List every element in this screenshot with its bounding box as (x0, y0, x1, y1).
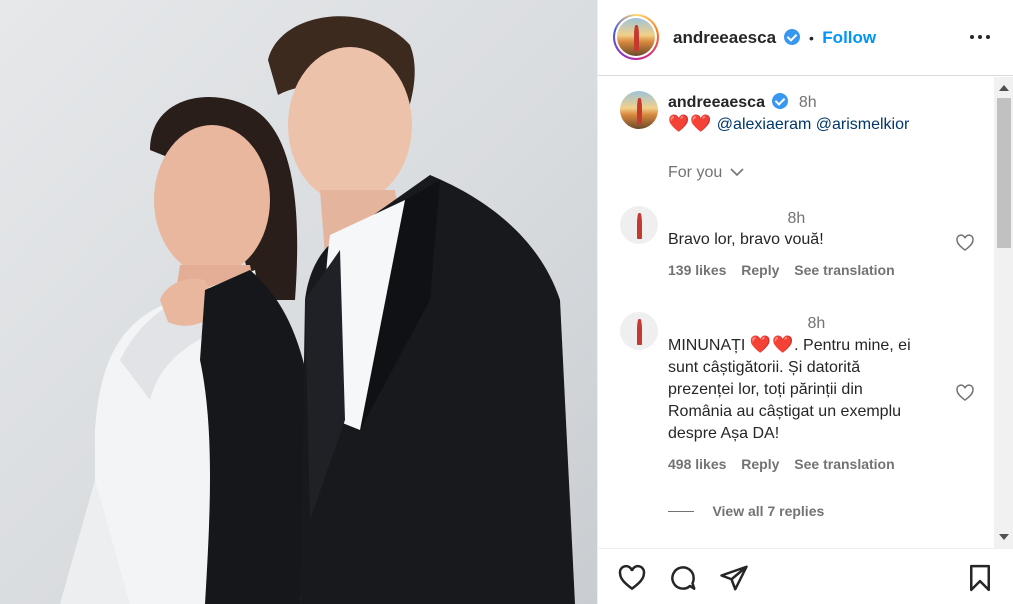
caption-verified-badge-icon (772, 93, 789, 109)
caption-avatar[interactable] (620, 91, 658, 129)
more-options-icon[interactable] (970, 26, 992, 48)
comment-username-hidden[interactable] (668, 211, 768, 223)
post-header: andreeaesca • Follow (598, 0, 1013, 76)
comment-text-line: despre Așa DA! (668, 425, 780, 442)
comment-hearts: ❤️❤️ (749, 335, 795, 354)
profile-avatar[interactable] (617, 18, 655, 56)
comment-item: 8h Bravo lor, bravo vouă! 139 likes Repl… (668, 210, 968, 278)
comment-time: 8h (807, 315, 826, 332)
comment-item: 8h MINUNAȚI ❤️❤️. Pentru mine, ei sunt c… (668, 315, 968, 472)
comment-likes[interactable]: 139 likes (668, 262, 726, 278)
header-user-line: andreeaesca • Follow (673, 28, 876, 48)
comment-username-hidden[interactable] (668, 316, 788, 328)
post-sidebar: andreeaesca • Follow andreeaesca 8h ❤️❤️… (597, 0, 1013, 604)
caption: andreeaesca 8h ❤️❤️ @alexiaeram @arismel… (668, 93, 968, 136)
caption-hearts: ❤️❤️ (668, 114, 713, 133)
comment-sort-dropdown[interactable]: For you (668, 164, 744, 182)
share-icon[interactable] (719, 563, 749, 593)
comment-text: Bravo lor, bravo vouă! (668, 231, 824, 248)
follow-button[interactable]: Follow (822, 28, 876, 47)
comment-like-heart-icon[interactable] (955, 383, 975, 403)
comment-avatar[interactable] (620, 206, 658, 244)
post-actions-bar (598, 548, 1013, 604)
chevron-down-icon (730, 168, 744, 177)
comment-text-line: prezenței lor, toți părinții din (668, 381, 863, 398)
see-translation-link[interactable]: See translation (794, 456, 894, 472)
comment-text-line: România au câștigat un exemplu (668, 403, 902, 420)
scroll-up-arrow-icon[interactable] (999, 85, 1009, 91)
reply-button[interactable]: Reply (741, 262, 779, 278)
comment-like-heart-icon[interactable] (955, 233, 975, 253)
caption-time: 8h (798, 94, 817, 111)
see-translation-link[interactable]: See translation (794, 262, 894, 278)
reply-button[interactable]: Reply (741, 456, 779, 472)
caption-username[interactable]: andreeaesca (668, 94, 765, 111)
post-photo-illustration (60, 16, 575, 604)
comment-time: 8h (787, 210, 806, 227)
comment-sort-label: For you (668, 164, 723, 181)
mention-alexiaeram[interactable]: @alexiaeram (717, 116, 812, 133)
post-photo[interactable] (0, 0, 597, 604)
header-username[interactable]: andreeaesca (673, 28, 776, 47)
view-replies-label: View all 7 replies (712, 503, 825, 519)
bookmark-icon[interactable] (965, 563, 995, 593)
scroll-down-arrow-icon[interactable] (999, 534, 1009, 540)
header-separator: • (808, 30, 814, 46)
comment-icon[interactable] (668, 563, 698, 593)
view-replies-button[interactable]: View all 7 replies (668, 503, 824, 521)
comment-text-continued: . Pentru mine, ei (794, 337, 911, 354)
scrollbar-thumb[interactable] (997, 98, 1011, 248)
profile-avatar-ring[interactable] (613, 14, 659, 60)
comments-list[interactable]: andreeaesca 8h ❤️❤️ @alexiaeram @arismel… (598, 77, 994, 548)
comments-scrollbar[interactable] (994, 77, 1013, 548)
comment-avatar[interactable] (620, 312, 658, 350)
verified-badge-icon (784, 29, 801, 45)
comment-likes[interactable]: 498 likes (668, 456, 726, 472)
comment-text-start: MINUNAȚI (668, 337, 746, 354)
heart-icon[interactable] (617, 563, 647, 593)
view-replies-line (668, 511, 694, 513)
mention-arismelkior[interactable]: @arismelkior (816, 116, 910, 133)
comment-text-line: sunt câștigătorii. Și datorită (668, 359, 861, 376)
